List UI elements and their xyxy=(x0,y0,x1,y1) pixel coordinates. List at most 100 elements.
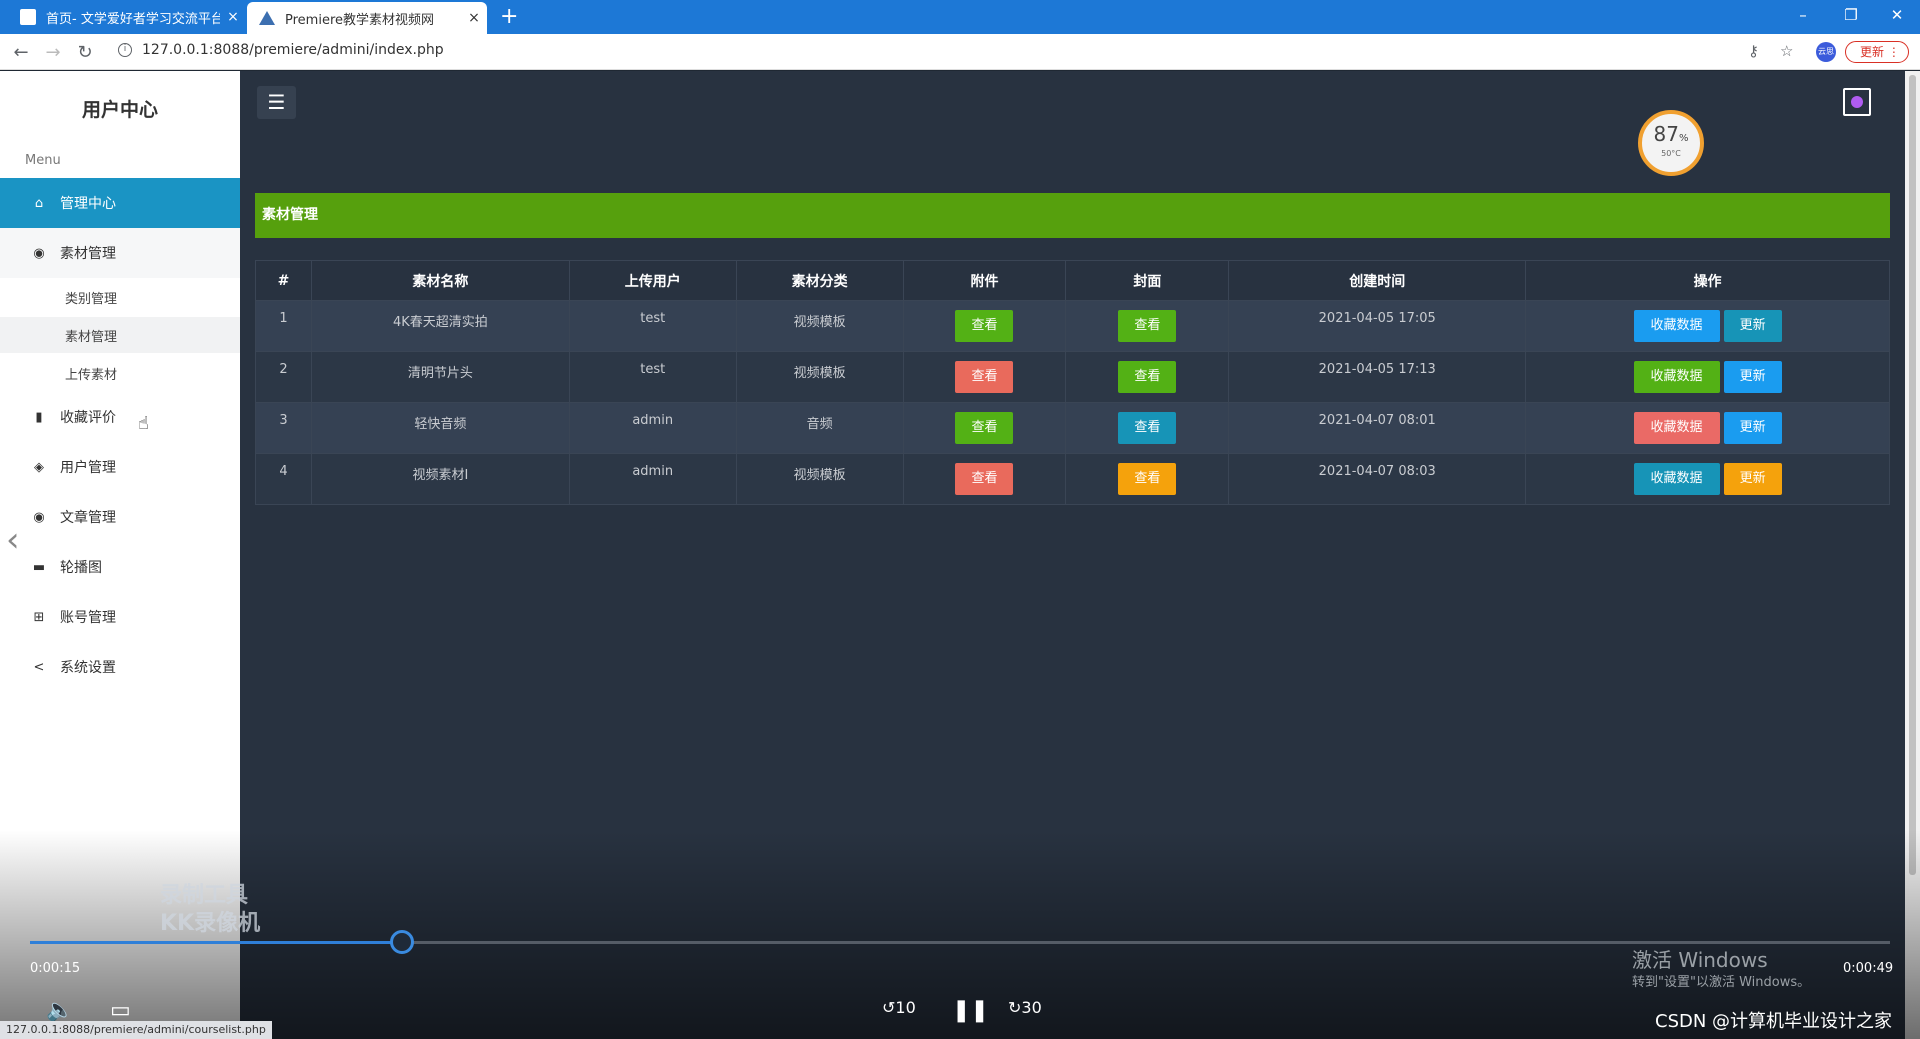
address-bar: ← → ↻ i 127.0.0.1:8088/premiere/admini/i… xyxy=(0,34,1920,70)
chevron-left-icon[interactable]: ‹ xyxy=(6,520,20,560)
sidebar-item-articles[interactable]: ◉ 文章管理 xyxy=(0,492,240,542)
mouse-pointer-icon: ☝ xyxy=(138,413,149,434)
star-icon[interactable]: ☆ xyxy=(1780,42,1793,60)
new-tab-button[interactable]: + xyxy=(500,4,518,29)
favorite-data-button[interactable]: 收藏数据 xyxy=(1633,463,1720,495)
reload-icon[interactable]: ↻ xyxy=(72,40,98,66)
menu-label: Menu xyxy=(25,153,61,168)
minimize-button[interactable]: – xyxy=(1780,0,1826,30)
tab-bar: 首页- 文学爱好者学习交流平台 × Premiere教学素材视频网 × + – … xyxy=(0,0,1920,34)
sidebar-item-label: 系统设置 xyxy=(60,660,116,676)
favorite-data-button[interactable]: 收藏数据 xyxy=(1633,361,1720,393)
update-button[interactable]: 更新 xyxy=(1723,463,1782,495)
row-number: 1 xyxy=(255,300,312,352)
col-header: 附件 xyxy=(902,260,1067,301)
sidebar-item-label: 素材管理 xyxy=(60,246,116,262)
profile-avatar[interactable]: 云思 xyxy=(1816,42,1836,62)
sidebar-item-settings[interactable]: < 系统设置 xyxy=(0,642,240,692)
close-window-button[interactable]: ✕ xyxy=(1874,0,1920,30)
sidebar-item-label: 轮播图 xyxy=(60,560,102,576)
sidebar-item-label: 素材管理 xyxy=(65,329,118,345)
col-header: 创建时间 xyxy=(1228,260,1527,301)
material-name: 轻快音频 xyxy=(310,402,570,454)
gauge-percent-unit: % xyxy=(1678,133,1689,144)
sidebar-item-label: 收藏评价 xyxy=(60,410,116,426)
material-category: 视频模板 xyxy=(735,351,904,403)
tab-title: 首页- 文学爱好者学习交流平台 xyxy=(46,11,220,27)
sidebar-item-label: 上传素材 xyxy=(65,367,118,383)
view-cover-button[interactable]: 查看 xyxy=(1118,412,1177,444)
status-url: 127.0.0.1:8088/premiere/admini/courselis… xyxy=(0,1021,272,1039)
favorite-data-button[interactable]: 收藏数据 xyxy=(1633,412,1720,444)
view-cover-button[interactable]: 查看 xyxy=(1118,310,1177,342)
col-header: 封面 xyxy=(1065,260,1230,301)
csdn-credit: CSDN @计算机毕业设计之家 xyxy=(1655,1011,1893,1032)
sidebar-item-material-list[interactable]: 素材管理 xyxy=(0,317,240,353)
scrollbar-thumb[interactable] xyxy=(1909,75,1916,875)
materials-table: # 素材名称 上传用户 素材分类 附件 封面 创建时间 操作 1 4K春天超清实… xyxy=(255,260,1890,505)
view-attachment-button[interactable]: 查看 xyxy=(955,361,1014,393)
rewind-10-button[interactable]: ↺10 xyxy=(882,998,916,1017)
table-header-row: # 素材名称 上传用户 素材分类 附件 封面 创建时间 操作 xyxy=(255,260,1890,301)
premiere-favicon-icon xyxy=(259,11,275,25)
sidebar-item-materials[interactable]: ◉ 素材管理 xyxy=(0,228,240,278)
view-attachment-button[interactable]: 查看 xyxy=(955,463,1014,495)
upload-user: admin xyxy=(568,453,737,505)
sidebar-item-label: 账号管理 xyxy=(60,610,116,626)
favorite-data-button[interactable]: 收藏数据 xyxy=(1633,310,1720,342)
app-icon[interactable] xyxy=(1843,88,1871,116)
key-icon[interactable]: ⚷ xyxy=(1748,42,1759,60)
total-time: 0:00:49 xyxy=(1843,961,1894,976)
view-attachment-button[interactable]: 查看 xyxy=(955,412,1014,444)
material-category: 音频 xyxy=(735,402,904,454)
sidebar-item-category[interactable]: 类别管理 xyxy=(0,279,240,315)
col-header: 上传用户 xyxy=(568,260,737,301)
tab-close-icon[interactable]: × xyxy=(220,9,246,25)
table-row: 1 4K春天超清实拍 test 视频模板 查看 查看 2021-04-05 17… xyxy=(255,300,1890,352)
restore-button[interactable]: ❐ xyxy=(1828,0,1874,30)
view-cover-button[interactable]: 查看 xyxy=(1118,463,1177,495)
rewind-label: 10 xyxy=(895,998,916,1017)
info-icon[interactable]: i xyxy=(118,43,132,57)
sidebar-item-dashboard[interactable]: ⌂ 管理中心 xyxy=(0,178,240,228)
circle-icon: ◉ xyxy=(33,509,45,525)
sidebar-item-label: 文章管理 xyxy=(60,510,116,526)
sidebar-item-favorites[interactable]: ▮ 收藏评价 xyxy=(0,392,240,442)
tab-title: Premiere教学素材视频网 xyxy=(285,12,434,28)
created-time: 2021-04-07 08:03 xyxy=(1228,453,1527,505)
menu-toggle-icon[interactable]: ☰ xyxy=(257,86,296,119)
update-button[interactable]: 更新 xyxy=(1723,412,1782,444)
col-header: 素材分类 xyxy=(735,260,904,301)
windows-activation-title: 激活 Windows xyxy=(1632,948,1768,972)
volume-icon[interactable]: 🔈 xyxy=(46,998,73,1023)
update-button[interactable]: 更新 xyxy=(1723,310,1782,342)
view-attachment-button[interactable]: 查看 xyxy=(955,310,1014,342)
captions-icon[interactable]: ▭ xyxy=(110,998,131,1023)
upload-user: test xyxy=(568,351,737,403)
tab-close-icon[interactable]: × xyxy=(461,10,487,26)
created-time: 2021-04-05 17:05 xyxy=(1228,300,1527,352)
view-cover-button[interactable]: 查看 xyxy=(1118,361,1177,393)
seek-handle[interactable] xyxy=(390,930,414,954)
update-button[interactable]: 更新 ⋮ xyxy=(1845,41,1909,63)
forward-30-button[interactable]: ↻30 xyxy=(1008,998,1042,1017)
col-header: # xyxy=(255,260,312,301)
forward-arrow-icon[interactable]: → xyxy=(40,40,66,66)
update-label: 更新 xyxy=(1860,45,1885,59)
gauge-temp: 50°C xyxy=(1661,149,1681,158)
sidebar-item-carousel[interactable]: ▬ 轮播图 xyxy=(0,542,240,592)
update-button[interactable]: 更新 xyxy=(1723,361,1782,393)
back-arrow-icon[interactable]: ← xyxy=(8,40,34,66)
sidebar-item-upload[interactable]: 上传素材 xyxy=(0,355,240,391)
url-field[interactable]: 127.0.0.1:8088/premiere/admini/index.php xyxy=(142,42,444,58)
sidebar-item-users[interactable]: ◈ 用户管理 xyxy=(0,442,240,492)
gauge-percent: 87 xyxy=(1653,122,1679,146)
row-number: 3 xyxy=(255,402,312,454)
sidebar-item-accounts[interactable]: ⊞ 账号管理 xyxy=(0,592,240,642)
tab-home[interactable]: 首页- 文学爱好者学习交流平台 × xyxy=(0,0,246,34)
tab-premiere[interactable]: Premiere教学素材视频网 × xyxy=(247,2,487,34)
pause-button[interactable]: ❚❚ xyxy=(952,998,989,1023)
book-icon: ▮ xyxy=(35,409,43,425)
plus-square-icon: ⊞ xyxy=(33,609,45,625)
cpu-gauge: 87% 50°C xyxy=(1638,110,1704,176)
